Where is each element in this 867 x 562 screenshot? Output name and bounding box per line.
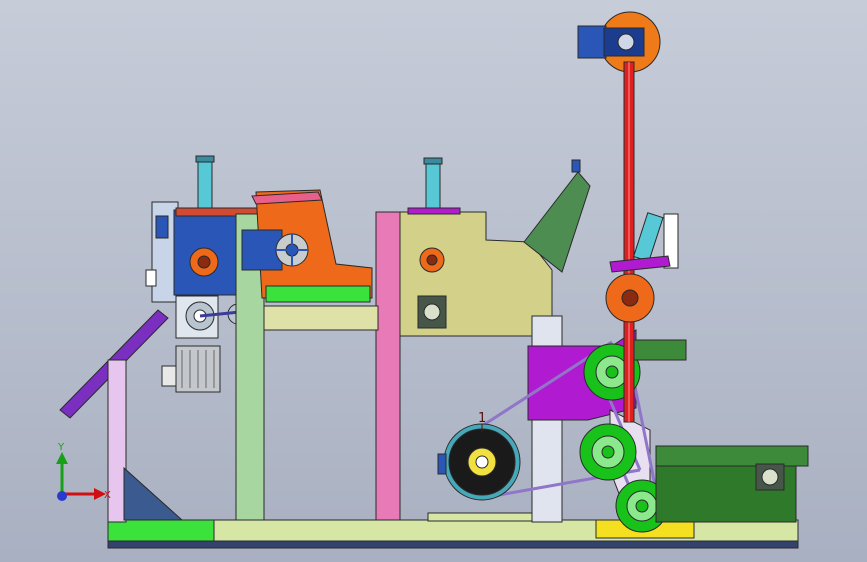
machine-assembly-drawing: 1 Y X — [56, 11, 809, 549]
cad-viewport[interactable]: 1 Y X — [0, 0, 867, 562]
coordinate-triad-icon: Y X — [56, 442, 111, 501]
feed-chute — [59, 309, 184, 523]
right-tension-unit — [605, 212, 679, 323]
y-axis-label: Y — [57, 442, 65, 453]
left-cylinder — [195, 155, 215, 209]
right-green-unit — [629, 339, 809, 523]
x-axis-label: X — [104, 490, 111, 501]
callout-label: 1 — [478, 411, 486, 426]
bottom-motor-drum — [437, 423, 521, 501]
